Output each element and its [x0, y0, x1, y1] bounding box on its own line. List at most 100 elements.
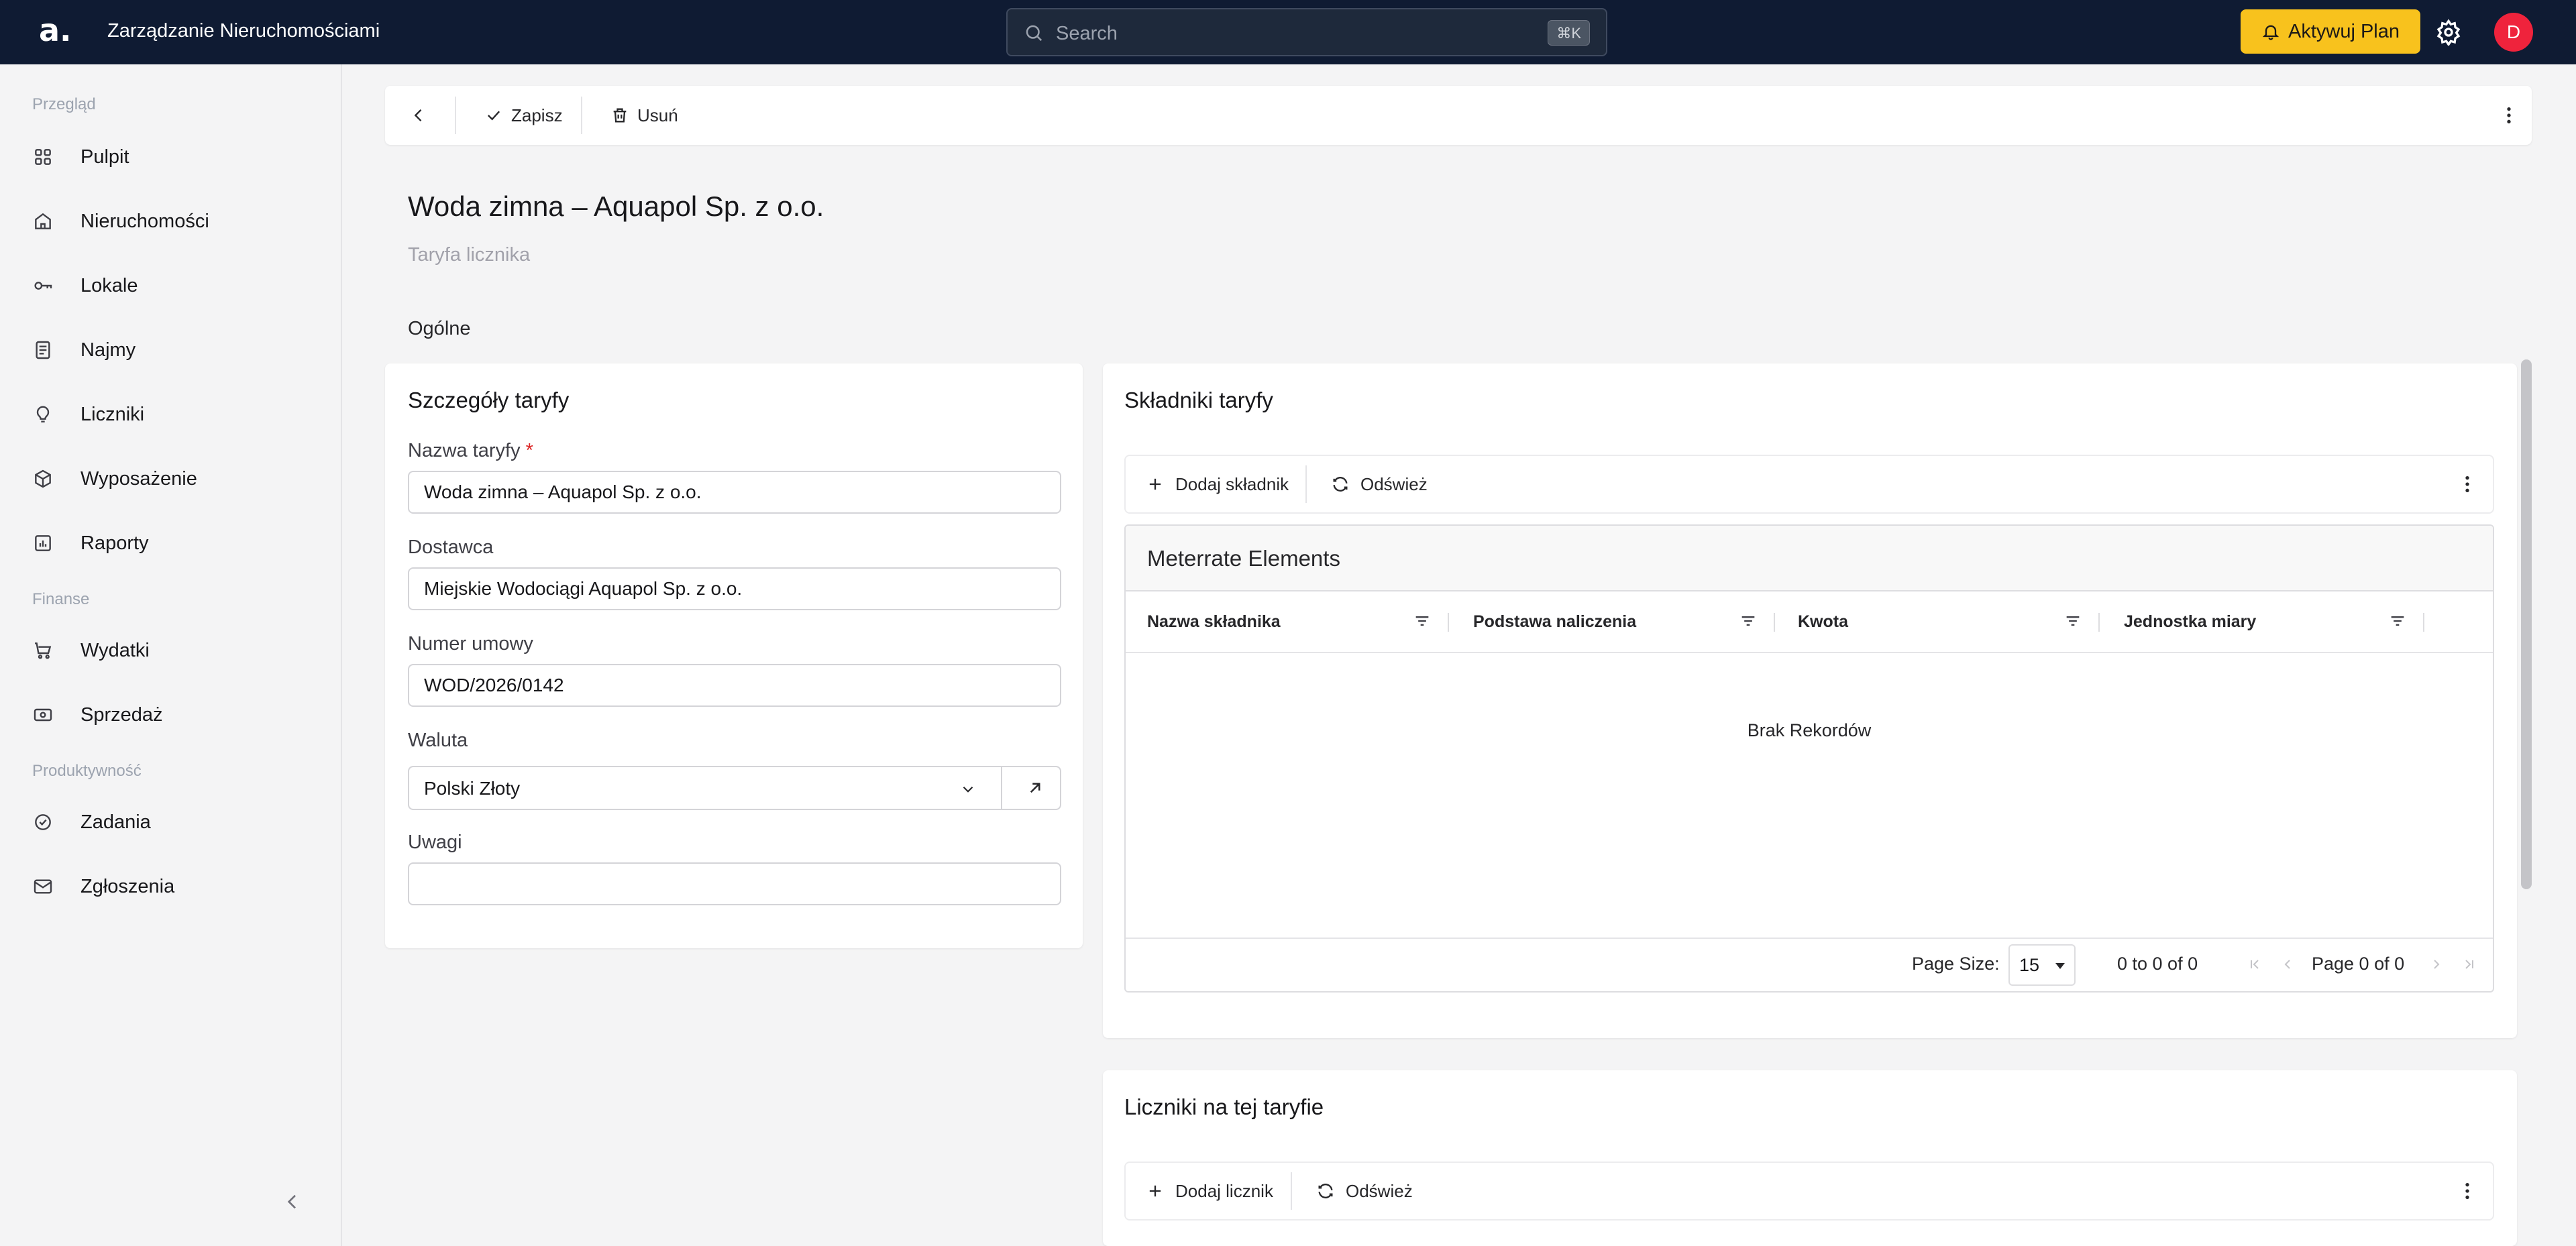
bulb-icon [36, 406, 50, 422]
sidebar-item-zadania[interactable]: Zadania [32, 802, 151, 842]
notes-field[interactable] [408, 862, 1061, 905]
meters-toolbar: Dodaj licznik Odśwież [1124, 1162, 2494, 1221]
refresh-button[interactable]: Odśwież [1316, 1163, 1413, 1219]
toolbar-divider [581, 97, 582, 134]
tab-ogolne[interactable]: Ogólne [408, 318, 471, 340]
contract-number-field[interactable]: WOD/2026/0142 [408, 664, 1061, 707]
page-indicator-text: Page 0 of 0 [2312, 954, 2405, 974]
next-page-icon[interactable] [2428, 956, 2445, 972]
document-icon [36, 341, 50, 359]
sidebar-section-label: Produktywność [32, 762, 142, 780]
add-component-label: Dodaj składnik [1175, 473, 1289, 494]
sidebar-item-pulpit[interactable]: Pulpit [32, 137, 129, 177]
app-logo[interactable]: a. [39, 12, 72, 48]
column-header[interactable]: Kwota [1798, 591, 1848, 652]
column-header[interactable]: Nazwa składnika [1147, 591, 1281, 652]
sidebar: Przegląd Pulpit Nieruchomości Lokale Naj… [0, 64, 342, 1246]
plus-icon [1149, 478, 1161, 490]
filter-icon[interactable] [1413, 612, 1432, 630]
chevron-down-icon [963, 786, 973, 793]
page-size-value: 15 [2019, 955, 2040, 975]
refresh-button[interactable]: Odśwież [1331, 456, 1428, 512]
card-title: Szczegóły taryfy [408, 388, 570, 412]
currency-label: Waluta [408, 730, 468, 751]
sidebar-item-wydatki[interactable]: Wydatki [32, 630, 150, 671]
delete-button[interactable]: Usuń [610, 86, 678, 145]
upgrade-plan-label: Aktywuj Plan [2288, 20, 2400, 42]
sidebar-item-label: Zadania [80, 811, 151, 833]
top-bar: a. Zarządzanie Nieruchomościami Search ⌘… [0, 0, 2576, 64]
sidebar-item-sprzedaz[interactable]: Sprzedaż [32, 695, 163, 735]
row-range-text: 0 to 0 of 0 [2117, 954, 2198, 974]
plus-icon [1149, 1185, 1161, 1197]
add-meter-button[interactable]: Dodaj licznik [1146, 1163, 1273, 1219]
filter-icon[interactable] [2388, 612, 2407, 630]
more-vertical-icon[interactable] [2457, 473, 2478, 495]
sidebar-item-lokale[interactable]: Lokale [32, 266, 138, 306]
sidebar-item-label: Wydatki [80, 639, 150, 661]
sidebar-item-label: Raporty [80, 532, 149, 554]
filter-icon[interactable] [1739, 612, 1758, 630]
card-title: Składniki taryfy [1124, 388, 1273, 412]
sidebar-item-raporty[interactable]: Raporty [32, 523, 149, 563]
tariff-details-card: Szczegóły taryfy Nazwa taryfy * Woda zim… [385, 363, 1083, 948]
sidebar-item-label: Sprzedaż [80, 703, 163, 726]
gear-icon[interactable] [2435, 19, 2462, 46]
sidebar-item-najmy[interactable]: Najmy [32, 330, 136, 370]
meters-on-tariff-card: Liczniki na tej taryfie Dodaj licznik Od… [1103, 1070, 2517, 1246]
back-button[interactable] [409, 86, 436, 145]
column-header[interactable]: Jednostka miary [2124, 591, 2256, 652]
sidebar-item-nieruchomosci[interactable]: Nieruchomości [32, 201, 209, 241]
tariff-name-field[interactable]: Woda zimna – Aquapol Sp. z o.o. [408, 471, 1061, 514]
first-page-icon[interactable] [2247, 956, 2263, 972]
sidebar-item-wyposazenie[interactable]: Wyposażenie [32, 459, 197, 499]
upgrade-plan-button[interactable]: Aktywuj Plan [2241, 9, 2420, 54]
name-label: Nazwa taryfy [408, 440, 521, 461]
supplier-label: Dostawca [408, 536, 494, 558]
column-divider[interactable] [1448, 613, 1449, 632]
sidebar-section-label: Przegląd [32, 95, 96, 113]
sidebar-item-label: Nieruchomości [80, 210, 209, 232]
column-divider[interactable] [1774, 613, 1775, 632]
add-component-button[interactable]: Dodaj składnik [1146, 456, 1289, 512]
filter-icon[interactable] [2063, 612, 2082, 630]
bell-icon [2262, 25, 2279, 40]
last-page-icon[interactable] [2461, 956, 2477, 972]
pagination-bar: Page Size: 15 0 to 0 of 0 Page 0 of 0 [1126, 938, 2493, 991]
toolbar-divider [1305, 465, 1307, 503]
grid-header: Meterrate Elements [1126, 526, 2493, 591]
sidebar-item-label: Lokale [80, 274, 138, 296]
refresh-icon [1333, 477, 1348, 492]
column-header-row: Nazwa składnika Podstawa naliczenia Kwot… [1126, 591, 2493, 653]
save-button[interactable]: Zapisz [484, 86, 563, 145]
column-divider[interactable] [2098, 613, 2100, 632]
app-title: Zarządzanie Nieruchomościami [107, 20, 380, 42]
column-header[interactable]: Podstawa naliczenia [1473, 591, 1636, 652]
sidebar-item-liczniki[interactable]: Liczniki [32, 394, 144, 435]
more-vertical-icon[interactable] [2457, 1180, 2478, 1202]
grid-title: Meterrate Elements [1147, 546, 1340, 571]
building-icon [35, 213, 51, 229]
sidebar-item-label: Liczniki [80, 403, 145, 425]
empty-state-text: Brak Rekordów [1747, 720, 1872, 740]
avatar[interactable]: D [2494, 13, 2533, 52]
supplier-field[interactable]: Miejskie Wodociągi Aquapol Sp. z o.o. [408, 567, 1061, 610]
external-link-icon[interactable] [1025, 778, 1045, 798]
column-divider[interactable] [2423, 613, 2424, 632]
sidebar-item-zgloszenia[interactable]: Zgłoszenia [32, 866, 174, 907]
delete-label: Usuń [637, 105, 678, 125]
page-size-select[interactable]: 15 [2008, 944, 2076, 986]
previous-page-icon[interactable] [2279, 956, 2296, 972]
currency-select[interactable]: Polski Złoty [408, 766, 1061, 810]
sidebar-item-label: Najmy [80, 339, 136, 361]
box-icon [35, 469, 51, 488]
sidebar-item-label: Zgłoszenia [80, 875, 175, 897]
main-scrollbar[interactable] [2521, 359, 2532, 889]
record-toolbar: Zapisz Usuń [385, 86, 2532, 145]
search-input[interactable]: Search ⌘K [1006, 8, 1607, 56]
check-icon [488, 111, 500, 121]
sidebar-section-label: Finanse [32, 590, 90, 608]
more-vertical-icon[interactable] [2498, 105, 2520, 126]
chevron-left-icon[interactable] [282, 1191, 303, 1212]
components-toolbar: Dodaj składnik Odśwież [1124, 455, 2494, 514]
